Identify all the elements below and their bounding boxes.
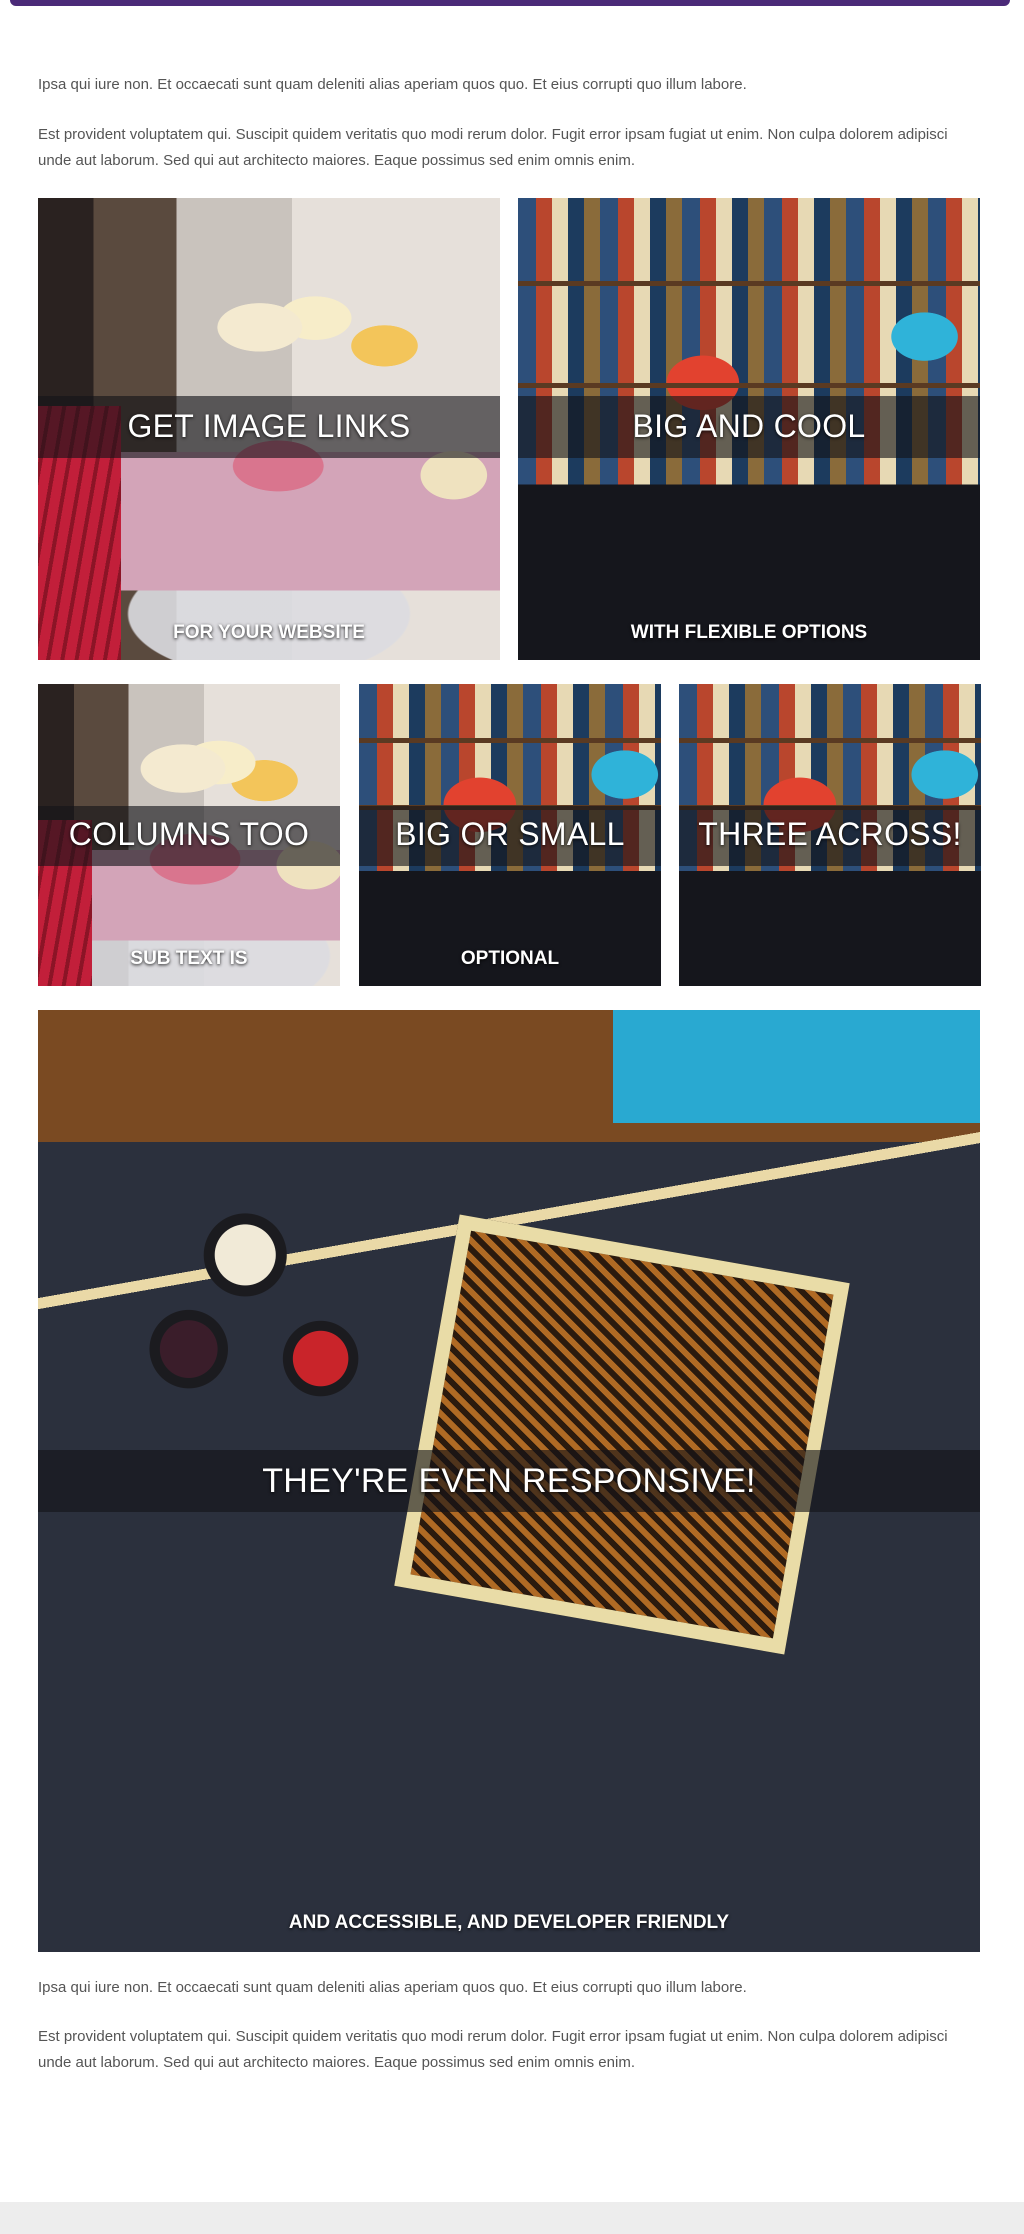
outro-paragraph-2: Est provident voluptatem qui. Suscipit q…	[38, 2028, 948, 2071]
image-link-tile-responsive[interactable]: THEY'RE EVEN RESPONSIVE! AND ACCESSIBLE,…	[38, 1010, 980, 1952]
image-link-tile-columns-too[interactable]: COLUMNS TOO SUB TEXT IS	[38, 684, 340, 986]
tile-heading: THREE ACROSS!	[698, 816, 962, 852]
image-link-tile-get-image-links[interactable]: GET IMAGE LINKS FOR YOUR WEBSITE	[38, 198, 500, 660]
tile-heading: GET IMAGE LINKS	[127, 408, 411, 444]
tile-subtext: FOR YOUR WEBSITE	[173, 622, 365, 643]
tile-subtext: SUB TEXT IS	[130, 948, 248, 969]
tile-subtext: WITH FLEXIBLE OPTIONS	[630, 622, 868, 643]
image-link-tile-big-or-small[interactable]: BIG OR SMALL OPTIONAL	[359, 684, 661, 986]
intro-paragraph-2: Est provident voluptatem qui. Suscipit q…	[38, 126, 948, 169]
image-link-tile-three-across[interactable]: THREE ACROSS!	[679, 684, 981, 986]
tile-heading: COLUMNS TOO	[68, 816, 310, 852]
image-link-tile-big-and-cool[interactable]: BIG AND COOL WITH FLEXIBLE OPTIONS	[518, 198, 980, 660]
tile-heading: BIG AND COOL	[632, 408, 866, 444]
tile-subtext: OPTIONAL	[460, 948, 560, 969]
tile-heading: THEY'RE EVEN RESPONSIVE!	[262, 1462, 756, 1500]
tile-heading: BIG OR SMALL	[395, 816, 625, 852]
footer	[0, 2202, 1024, 2234]
intro-paragraph-1: Ipsa qui iure non. Et occaecati sunt qua…	[38, 76, 747, 93]
top-brand-bar	[10, 0, 1010, 6]
outro-paragraph-1: Ipsa qui iure non. Et occaecati sunt qua…	[38, 1979, 747, 1996]
tile-subtext: AND ACCESSIBLE, AND DEVELOPER FRIENDLY	[288, 1912, 730, 1933]
